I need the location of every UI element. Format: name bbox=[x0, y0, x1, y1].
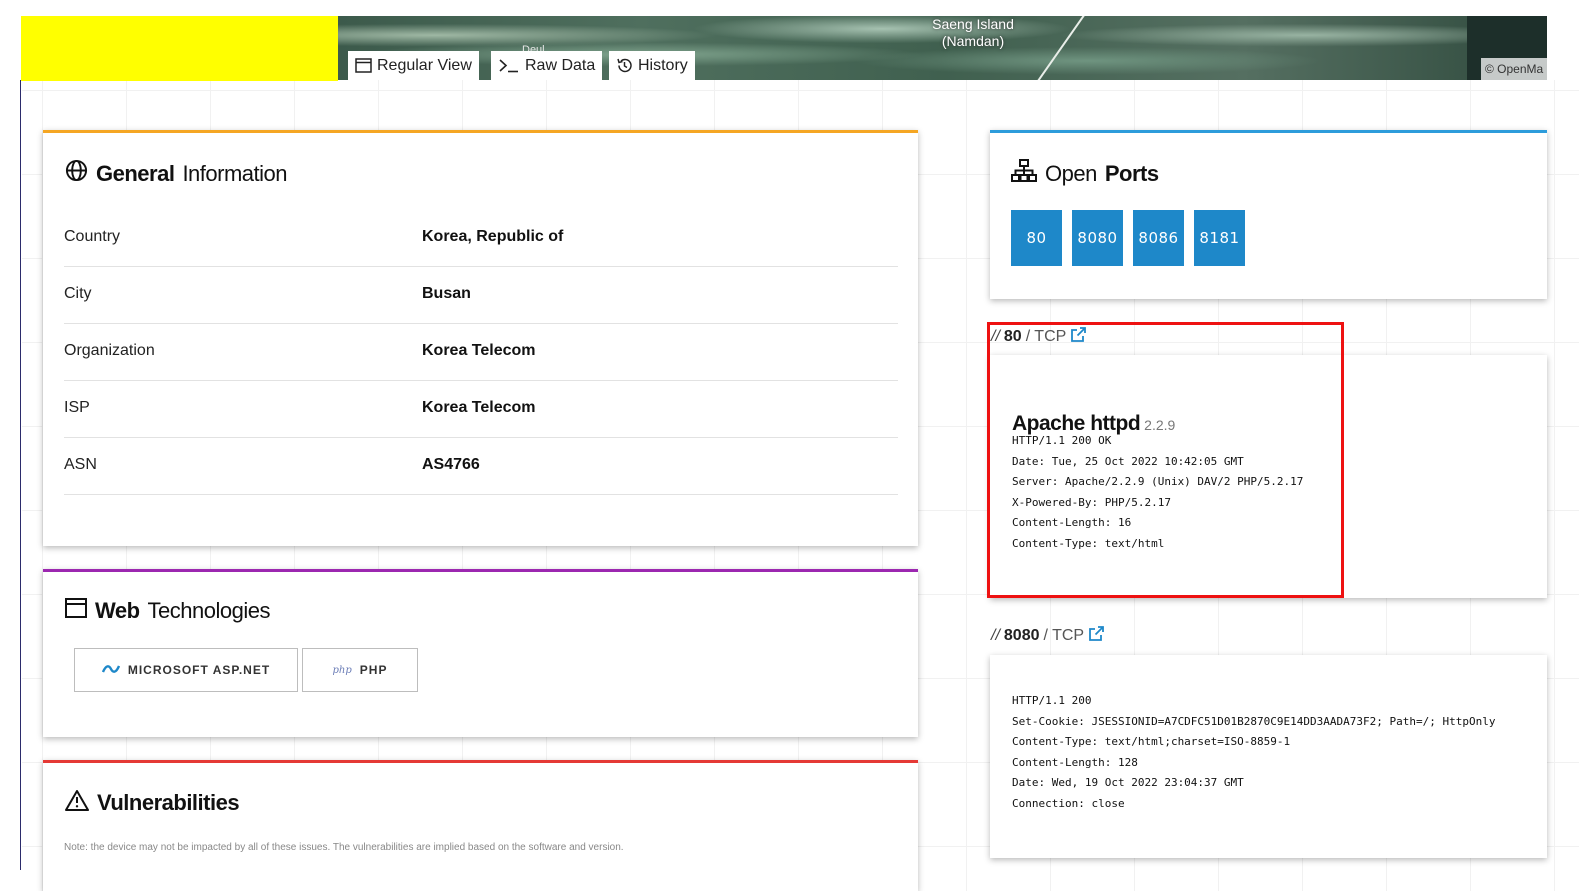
port-button-8181[interactable]: 8181 bbox=[1194, 210, 1245, 266]
history-button[interactable]: History bbox=[609, 51, 695, 80]
vulnerabilities-card: Vulnerabilities Note: the device may not… bbox=[43, 760, 918, 891]
service-banner: HTTP/1.1 200 OK Date: Tue, 25 Oct 2022 1… bbox=[1012, 431, 1303, 554]
service-header-80: // 80 / TCP bbox=[991, 326, 1087, 348]
regular-view-button[interactable]: Regular View bbox=[348, 51, 479, 80]
globe-icon bbox=[65, 159, 88, 188]
open-ports-card: Open Ports 80 8080 8086 8181 bbox=[990, 130, 1547, 299]
info-key: Organization bbox=[64, 342, 155, 359]
info-key: ISP bbox=[64, 399, 90, 416]
banner-line: Server: Apache/2.2.9 (Unix) DAV/2 PHP/5.… bbox=[1012, 475, 1304, 488]
banner-line: Date: Tue, 25 Oct 2022 10:42:05 GMT bbox=[1012, 454, 1244, 468]
title-bold: Web bbox=[95, 598, 140, 623]
history-icon bbox=[616, 57, 633, 74]
raw-data-button[interactable]: Raw Data bbox=[491, 51, 603, 80]
general-information-card: General Information Country Korea, Republ… bbox=[43, 130, 918, 546]
service-protocol: / TCP bbox=[1043, 627, 1085, 644]
external-link-icon[interactable] bbox=[1088, 625, 1105, 647]
web-technologies-card: Web Technologies MICROSOFT ASP.NET php PH… bbox=[43, 569, 918, 737]
info-key: ASN bbox=[64, 456, 97, 473]
title-rest: Information bbox=[182, 160, 287, 186]
info-value[interactable]: AS4766 bbox=[422, 456, 480, 474]
comment-prefix: // bbox=[991, 627, 1000, 644]
page-left-border bbox=[20, 80, 21, 870]
info-key: City bbox=[64, 285, 92, 302]
banner-line: Content-Length: 128 bbox=[1012, 755, 1138, 769]
raw-data-label: Raw Data bbox=[525, 56, 596, 74]
title-rest: Technologies bbox=[147, 598, 271, 623]
terminal-icon bbox=[498, 58, 520, 73]
banner-line: Set-Cookie: JSESSIONID=A7CDFC51D01B2870C… bbox=[1012, 714, 1496, 728]
info-value: Busan bbox=[422, 285, 471, 302]
title-rest: Open bbox=[1045, 161, 1097, 186]
service-card-8080: HTTP/1.1 200 Set-Cookie: JSESSIONID=A7CD… bbox=[990, 655, 1547, 858]
title-bold: Ports bbox=[1104, 161, 1159, 186]
info-value: Korea Telecom bbox=[422, 342, 536, 359]
banner-line: Date: Wed, 19 Oct 2022 23:04:37 GMT bbox=[1012, 776, 1244, 789]
browser-window-icon bbox=[65, 598, 87, 624]
map-attribution[interactable]: © OpenMa bbox=[1481, 58, 1547, 80]
open-ports-title: Open Ports bbox=[1011, 159, 1159, 189]
vulnerabilities-title: Vulnerabilities bbox=[65, 789, 240, 817]
map-island-label: Saeng Island (Namdan) bbox=[932, 16, 1014, 49]
service-card-80: Apache httpd 2.2.9 HTTP/1.1 200 OK Date: … bbox=[990, 355, 1547, 598]
service-protocol: / TCP bbox=[1025, 328, 1067, 345]
external-link-icon[interactable] bbox=[1070, 326, 1087, 348]
banner-line: HTTP/1.1 200 OK bbox=[1012, 434, 1112, 447]
info-value: Korea, Republic of bbox=[422, 228, 564, 245]
banner-line: X-Powered-By: PHP/5.2.17 bbox=[1012, 495, 1171, 509]
title-bold: General bbox=[96, 160, 175, 186]
info-key: Country bbox=[64, 228, 121, 245]
info-value: Korea Telecom bbox=[422, 399, 536, 416]
window-icon bbox=[355, 58, 372, 73]
service-port: 8080 bbox=[1003, 627, 1040, 644]
history-label: History bbox=[638, 56, 688, 74]
aspnet-icon bbox=[101, 663, 120, 677]
map-road bbox=[1032, 16, 1086, 80]
info-row-isp: ISP Korea Telecom bbox=[64, 381, 898, 438]
warning-icon bbox=[65, 789, 89, 817]
port-button-8086[interactable]: 8086 bbox=[1133, 210, 1184, 266]
banner-line: Content-Length: 16 bbox=[1012, 516, 1132, 529]
service-header-8080: // 8080 / TCP bbox=[991, 625, 1105, 647]
regular-view-label: Regular View bbox=[377, 56, 472, 74]
php-icon: php bbox=[332, 664, 352, 676]
info-row-country: Country Korea, Republic of bbox=[64, 210, 898, 267]
info-row-city: City Busan bbox=[64, 267, 898, 324]
title-bold: Vulnerabilities bbox=[97, 790, 240, 815]
comment-prefix: // bbox=[991, 328, 1000, 345]
info-row-organization: Organization Korea Telecom bbox=[64, 324, 898, 381]
port-button-80[interactable]: 80 bbox=[1011, 210, 1062, 266]
banner-line: Content-Type: text/html;charset=ISO-8859… bbox=[1012, 735, 1291, 748]
port-button-8080[interactable]: 8080 bbox=[1072, 210, 1123, 266]
general-information-title: General Information bbox=[65, 159, 287, 188]
tech-label: PHP bbox=[359, 663, 388, 677]
banner-line: Connection: close bbox=[1012, 796, 1125, 810]
service-banner: HTTP/1.1 200 Set-Cookie: JSESSIONID=A7CD… bbox=[1012, 691, 1495, 814]
vulnerabilities-note: Note: the device may not be impacted by … bbox=[64, 842, 624, 853]
banner-line: HTTP/1.1 200 bbox=[1012, 694, 1092, 707]
banner-line: Content-Type: text/html bbox=[1012, 536, 1165, 550]
web-technologies-title: Web Technologies bbox=[65, 598, 270, 624]
service-port: 80 bbox=[1003, 328, 1022, 345]
info-row-asn: ASN AS4766 bbox=[64, 438, 898, 495]
tech-microsoft-aspnet[interactable]: MICROSOFT ASP.NET bbox=[74, 648, 298, 692]
network-icon bbox=[1011, 159, 1037, 189]
tech-label: MICROSOFT ASP.NET bbox=[127, 663, 271, 677]
tech-php[interactable]: php PHP bbox=[302, 648, 418, 692]
redacted-block bbox=[21, 16, 338, 81]
